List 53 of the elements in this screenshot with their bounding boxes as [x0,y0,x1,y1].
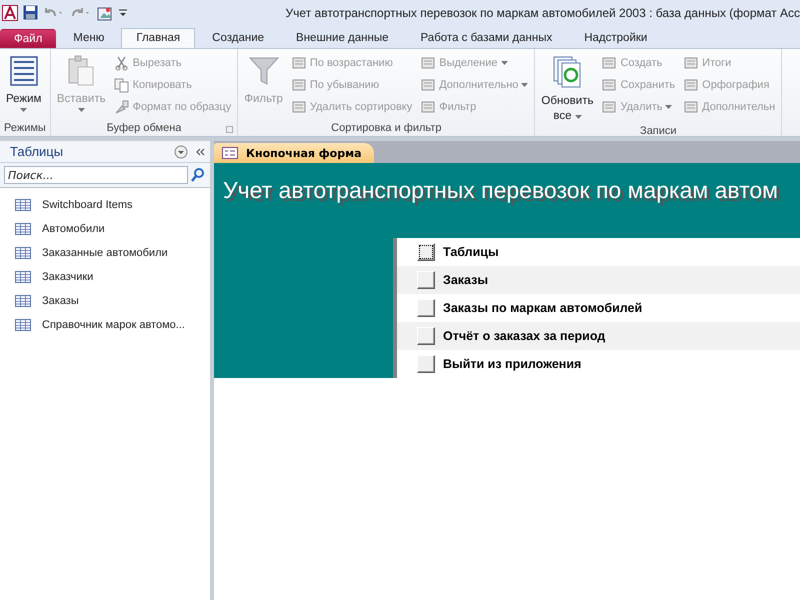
switchboard-button[interactable] [417,243,435,261]
nav-item[interactable]: Заказы [0,289,210,313]
table-icon [15,247,31,259]
document-tab[interactable]: Кнопочная форма [214,143,374,163]
copy-icon [114,76,130,92]
ribbon-large-button[interactable]: Режим [4,53,44,120]
switchboard-label: Отчёт о заказах за период [443,329,606,343]
form-title: Учет автотранспортных перевозок по маркам автом [223,177,779,204]
table-icon [15,319,31,331]
switchboard-button[interactable] [417,271,435,289]
nav-item[interactable]: Switchboard Items [0,193,210,217]
group-label: Буфер обмена [106,122,182,134]
file-tab[interactable]: Файл [0,29,56,48]
refresh-documents-icon [552,55,582,89]
ribbon-tab[interactable]: Главная [121,28,196,48]
group-label: Записи [640,125,677,137]
ribbon-tab[interactable]: Работа с базами данных [406,28,568,48]
nav-item[interactable]: Заказанные автомобили [0,241,210,265]
nav-item[interactable]: Автомобили [0,217,210,241]
nav-item[interactable]: Справочник марок автомо... [0,313,210,337]
table-icon [15,295,31,307]
collapse-icon[interactable] [194,146,206,158]
switchboard-button[interactable] [417,327,435,345]
form-view-icon [8,55,39,87]
switchboard-label: Заказы [443,273,488,287]
window-title: Учет автотранспортных перевозок по маркам автомобилей 2003 : база данных (формат Acc [286,6,800,20]
group-label: Режимы [4,122,46,134]
switchboard-button[interactable] [417,355,435,373]
app-logo-icon[interactable] [2,4,18,20]
search-icon[interactable] [190,167,206,183]
form-icon [222,147,238,159]
brush-icon [114,98,130,114]
switchboard-label: Заказы по маркам автомобилей [443,301,642,315]
nav-pane-title: Таблицы [10,144,64,159]
ribbon-tab[interactable]: Меню [58,28,120,48]
scissors-icon [114,54,130,70]
ribbon-large-button[interactable]: Обновить все [539,53,596,125]
funnel-icon [248,55,280,87]
table-icon [15,271,31,283]
clipboard-icon [66,55,96,87]
search-field[interactable]: Поиск... [4,166,188,184]
picture-document-icon[interactable] [97,4,113,20]
switchboard-label: Выйти из приложения [443,357,582,371]
table-icon [15,223,31,235]
ribbon-tab[interactable]: Надстройки [569,28,662,48]
switchboard-label: Таблицы [443,245,499,259]
switchboard-button[interactable] [417,299,435,317]
table-icon [15,199,31,211]
nav-item[interactable]: Заказчики [0,265,210,289]
group-label: Сортировка и фильтр [331,122,442,134]
dropdown-circle-icon[interactable] [174,144,188,158]
ribbon-tab[interactable]: Внешние данные [281,28,404,48]
ribbon-tab[interactable]: Создание [197,28,280,48]
